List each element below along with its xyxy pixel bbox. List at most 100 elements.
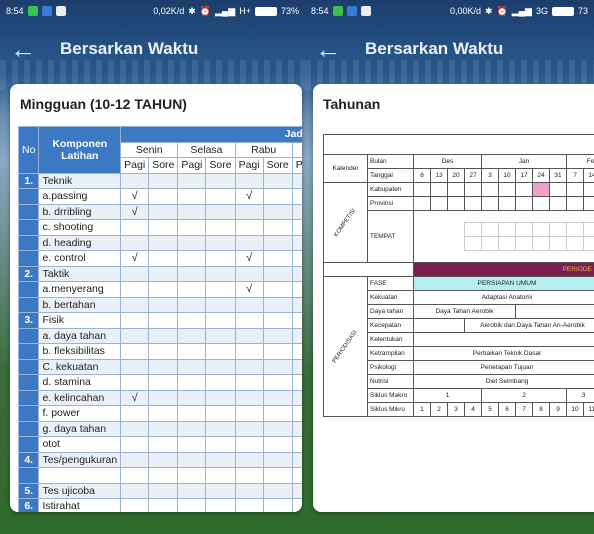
schedule-cell — [291, 250, 302, 267]
schedule-cell — [262, 265, 293, 282]
schedule-cell: √ — [120, 389, 150, 406]
card-title: Tahunan — [323, 96, 381, 112]
schedule-cell — [148, 296, 179, 313]
header-day: Selasa — [177, 141, 236, 158]
table-row: d. heading — [17, 234, 302, 251]
schedule-cell — [120, 374, 150, 391]
table-row: b. bertahan — [17, 296, 302, 313]
date-cell: 7 — [566, 168, 584, 183]
header-slot: Pagi — [234, 157, 264, 174]
component-label: b. bertahan — [38, 296, 122, 313]
schedule-cell — [120, 451, 150, 468]
schedule-cell — [177, 219, 207, 236]
schedule-cell — [291, 436, 302, 453]
back-arrow-icon[interactable]: ← — [315, 34, 351, 65]
schedule-cell — [205, 312, 236, 329]
tempat-label: TEMPAT — [367, 210, 414, 263]
weekly-schedule-table: No Komponen Latihan Jad Senin Selasa Rab… — [17, 126, 302, 512]
schedule-cell — [205, 389, 236, 406]
header-slot: Pagi — [177, 157, 207, 174]
periode-band: PERIODE P — [413, 262, 594, 277]
schedule-cell — [177, 498, 207, 512]
component-label: Fisik — [38, 312, 122, 329]
mikro-cell: 10 — [566, 402, 584, 417]
row-number: 6. — [17, 498, 40, 512]
schedule-cell — [177, 389, 207, 406]
schedule-cell — [205, 343, 236, 360]
row-value: Diet Seimbang — [413, 374, 594, 389]
notification-icon — [346, 6, 357, 16]
row-number — [17, 234, 40, 251]
table-row: e. control √ √ — [17, 250, 302, 267]
status-time: 8:54 — [311, 6, 329, 16]
schedule-cell — [148, 172, 179, 189]
table-row: 4. Tes/pengukuran — [17, 451, 302, 468]
row-number — [17, 296, 40, 313]
schedule-cell — [120, 296, 150, 313]
schedule-cell — [234, 312, 264, 329]
status-bar: 8:54 0,00K/d ✱ ⏰ ▂▄▆ 3G 73 — [305, 0, 594, 22]
schedule-cell — [148, 234, 179, 251]
schedule-cell — [291, 296, 302, 313]
row-number: 3. — [17, 312, 40, 329]
row-number — [17, 203, 40, 220]
schedule-cell — [291, 498, 302, 512]
schedule-cell — [120, 172, 150, 189]
schedule-cell — [148, 405, 179, 422]
row-value: Daya Tahan Aerobik — [413, 304, 516, 319]
schedule-cell — [234, 219, 264, 236]
component-label — [38, 467, 122, 484]
schedule-cell — [205, 265, 236, 282]
signal-icon: ▂▄▆ — [214, 5, 236, 16]
schedule-cell — [177, 188, 207, 205]
schedule-cell — [148, 498, 179, 512]
table-row: e. kelincahan √ — [17, 389, 302, 406]
schedule-cell — [291, 203, 302, 220]
schedule-cell — [120, 234, 150, 251]
mikro-cell: 9 — [549, 402, 567, 417]
table-row: d. stamina — [17, 374, 302, 391]
kompetisi-label: KOMPETISI — [333, 207, 358, 239]
fase-label: FASE — [367, 276, 414, 291]
schedule-cell — [177, 296, 207, 313]
schedule-cell — [291, 420, 302, 437]
schedule-cell — [262, 172, 293, 189]
alarm-icon: ⏰ — [496, 5, 508, 16]
schedule-cell: √ — [234, 188, 264, 205]
notification-icon — [360, 6, 371, 16]
schedule-cell — [205, 281, 236, 298]
row-value — [413, 332, 594, 347]
schedule-cell — [148, 188, 179, 205]
date-cell: 10 — [498, 168, 516, 183]
schedule-cell — [262, 358, 293, 375]
row-number — [17, 281, 40, 298]
schedule-cell — [148, 265, 179, 282]
schedule-cell — [262, 451, 293, 468]
row-number — [17, 405, 40, 422]
siklus-makro-label: Siklus Makro — [367, 388, 414, 403]
header-day: Rabu — [234, 141, 293, 158]
row-number — [17, 219, 40, 236]
schedule-cell — [291, 281, 302, 298]
schedule-cell — [291, 234, 302, 251]
schedule-cell — [205, 327, 236, 344]
table-row: b. drribling √ — [17, 203, 302, 220]
schedule-cell — [205, 250, 236, 267]
component-label: a.passing — [38, 188, 122, 205]
back-arrow-icon[interactable]: ← — [10, 34, 46, 65]
page-title: Bersarkan Waktu — [60, 39, 199, 58]
provinsi-label: Provinsi — [367, 196, 414, 211]
alarm-icon: ⏰ — [199, 5, 211, 16]
schedule-cell — [234, 389, 264, 406]
header-slot: Pagi — [120, 157, 150, 174]
date-cell: 6 — [413, 168, 431, 183]
page-title: Bersarkan Waktu — [365, 39, 504, 58]
date-cell: 17 — [515, 168, 533, 183]
schedule-cell — [177, 172, 207, 189]
schedule-cell — [177, 343, 207, 360]
schedule-cell — [148, 374, 179, 391]
schedule-cell — [177, 265, 207, 282]
schedule-cell — [120, 482, 150, 499]
header-komponen: Komponen Latihan — [38, 126, 122, 174]
date-cell: 20 — [447, 168, 465, 183]
